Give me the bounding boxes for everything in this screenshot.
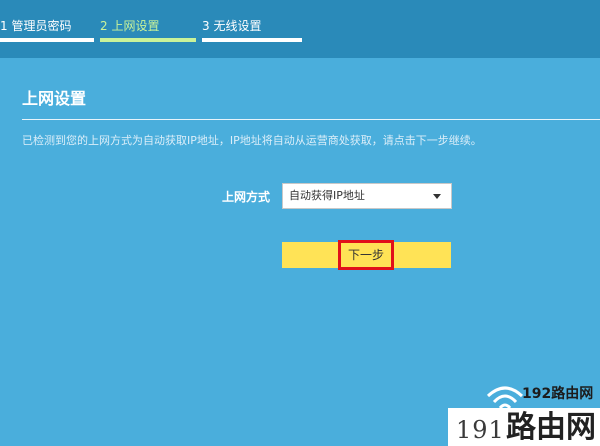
site-watermark: 192路由网 191 路由网 [448,376,600,446]
step-label: 2 上网设置 [100,19,160,33]
step-progress-bar [0,38,94,42]
detection-description: 已检测到您的上网方式为自动获取IP地址，IP地址将自动从运营商处获取，请点击下一… [22,134,482,147]
connection-type-select[interactable]: 自动获得IP地址 [282,183,452,209]
next-button-label: 下一步 [338,240,394,270]
step-internet-settings[interactable]: 2 上网设置 [100,18,196,42]
watermark-top-text: 192路由网 [522,386,594,402]
step-label: 1 管理员密码 [0,19,72,33]
connection-type-label: 上网方式 [221,190,270,204]
caret-down-icon [433,194,441,199]
step-progress-bar [202,38,302,42]
step-wireless-settings[interactable]: 3 无线设置 [202,18,302,42]
step-admin-password[interactable]: 1 管理员密码 [0,18,94,42]
watermark-number: 191 [456,416,505,444]
title-divider [22,119,600,120]
next-button[interactable]: 下一步 [282,240,451,270]
watermark-panel: 191 路由网 [448,408,600,446]
page-title: 上网设置 [22,89,87,108]
connection-type-value: 自动获得IP地址 [289,189,365,202]
wizard-header: 1 管理员密码 2 上网设置 3 无线设置 [0,0,600,58]
watermark-name: 路由网 [506,410,596,445]
step-progress-bar [100,38,196,42]
step-label: 3 无线设置 [202,19,262,33]
